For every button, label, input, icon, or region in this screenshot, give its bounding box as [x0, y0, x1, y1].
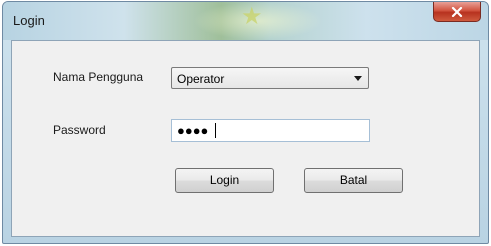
- cancel-button[interactable]: Batal: [304, 168, 403, 193]
- password-masked-value: ●●●●: [177, 123, 209, 138]
- star-decoration-icon: ★: [241, 3, 263, 30]
- login-button[interactable]: Login: [175, 168, 274, 193]
- close-x-icon: [451, 6, 463, 17]
- username-dropdown[interactable]: Operator: [171, 67, 369, 89]
- password-label: Password: [53, 123, 106, 137]
- chevron-down-icon: [354, 76, 362, 81]
- password-field[interactable]: ●●●●: [171, 119, 370, 142]
- dialog-body: Nama Pengguna Operator Password ●●●● Log…: [11, 40, 480, 237]
- username-label: Nama Pengguna: [53, 70, 144, 84]
- text-caret: [215, 123, 216, 138]
- close-button[interactable]: [433, 2, 481, 22]
- window-title: Login: [13, 13, 45, 28]
- username-dropdown-value: Operator: [177, 72, 225, 86]
- login-window: ★ Login Nama Pengguna Operator Password …: [2, 1, 489, 244]
- title-bar[interactable]: ★ Login: [3, 2, 488, 40]
